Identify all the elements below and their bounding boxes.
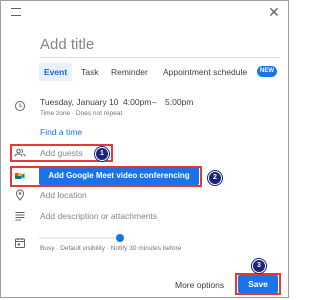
tab-appointment-schedule[interactable]: Appointment schedule (163, 63, 247, 81)
calendar-owner-bar (39, 237, 119, 239)
close-icon[interactable]: ✕ (268, 5, 280, 19)
step-badge-2: 2 (208, 171, 222, 185)
tab-reminder[interactable]: Reminder (111, 63, 148, 81)
step-badge-3: 3 (252, 259, 266, 273)
time-separator: – (152, 97, 157, 107)
event-date[interactable]: Tuesday, January 10 (40, 97, 118, 107)
new-badge: NEW (257, 66, 277, 77)
timezone-repeat-info[interactable]: Time zone · Does not repeat (40, 110, 122, 117)
event-start-time[interactable]: 4:00pm (123, 97, 151, 107)
tab-task[interactable]: Task (81, 63, 98, 81)
add-google-meet-button[interactable]: Add Google Meet video conferencing (39, 167, 199, 185)
more-options-button[interactable]: More options (175, 280, 224, 290)
availability-status[interactable]: Busy · Default visibility · Notify 30 mi… (40, 245, 181, 252)
title-input[interactable] (40, 31, 280, 58)
step-badge-1: 1 (95, 147, 109, 161)
calendar-icon (14, 237, 26, 249)
add-guests-input[interactable]: Add guests (40, 148, 83, 158)
clock-icon (14, 100, 26, 112)
location-pin-icon (14, 189, 26, 201)
add-description-input[interactable]: Add description or attachments (40, 211, 157, 221)
event-end-time[interactable]: 5:00pm (165, 97, 193, 107)
description-icon (14, 210, 26, 222)
tab-event[interactable]: Event (39, 63, 73, 81)
google-meet-icon (14, 170, 26, 182)
calendar-color-dot[interactable] (116, 234, 124, 242)
people-icon (14, 147, 26, 159)
event-dialog: ✕ Event Task Reminder Appointment schedu… (0, 0, 289, 298)
find-a-time-link[interactable]: Find a time (40, 127, 82, 137)
save-button[interactable]: Save (238, 275, 278, 293)
add-location-input[interactable]: Add location (40, 190, 87, 200)
drag-handle-icon[interactable] (11, 8, 21, 16)
